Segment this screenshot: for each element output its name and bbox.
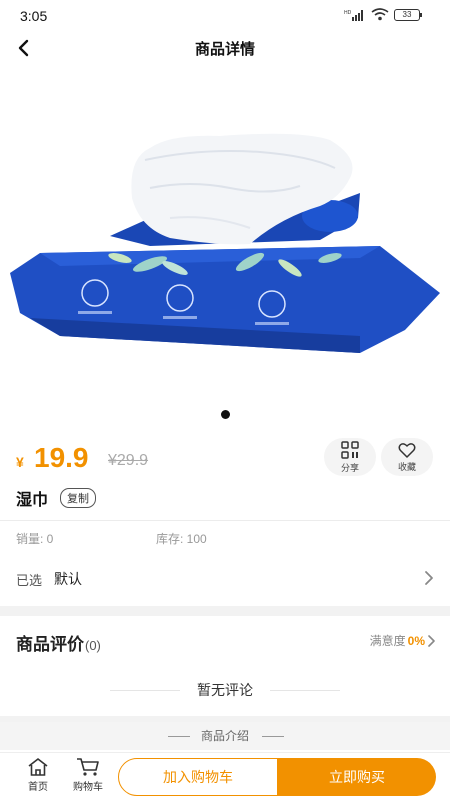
product-name: 湿巾 [16, 492, 49, 509]
heart-icon [398, 442, 416, 458]
tab-home-label: 首页 [28, 782, 48, 793]
review-header[interactable]: 商品评价(0) 满意度 0% [0, 618, 450, 662]
share-qrcode-icon [341, 440, 359, 459]
divider-line [110, 690, 180, 691]
home-icon [28, 758, 48, 776]
product-image[interactable] [0, 68, 450, 408]
sales-count: 销量: 0 [16, 532, 54, 546]
divider [0, 520, 450, 521]
satisfaction: 满意度 0% [370, 632, 436, 649]
network-badge: HD [344, 10, 352, 16]
page-title: 商品详情 [194, 41, 255, 58]
favorite-button[interactable]: 收藏 [381, 438, 433, 476]
empty-review: 暂无评论 [0, 678, 450, 702]
carousel-indicator [221, 410, 230, 419]
share-button[interactable]: 分享 [324, 438, 376, 476]
buy-now-button[interactable]: 立即购买 [278, 758, 436, 796]
stock-count: 库存: 100 [156, 532, 207, 546]
intro-label: 商品介绍 [200, 729, 249, 743]
section-separator [0, 606, 450, 616]
tab-cart[interactable]: 购物车 [66, 757, 110, 793]
copy-button[interactable]: 复制 [60, 488, 97, 508]
chevron-right-icon [425, 571, 433, 585]
review-count: (0) [85, 638, 101, 653]
favorite-label: 收藏 [397, 461, 416, 472]
share-label: 分享 [340, 462, 359, 473]
selected-value: 默认 [54, 571, 82, 587]
battery-icon: 33 [394, 8, 422, 21]
status-time: 3:05 [20, 8, 48, 24]
selected-label: 已选 [16, 573, 43, 588]
review-title: 商品评价(0) [16, 630, 101, 655]
status-icons: HD 33 [344, 8, 422, 21]
tab-cart-label: 购物车 [73, 782, 103, 793]
chevron-right-icon [428, 634, 435, 647]
nav-bar: 商品详情 [0, 30, 450, 66]
bottom-action-bar: 首页 购物车 加入购物车 立即购买 [0, 752, 450, 800]
empty-review-text: 暂无评论 [197, 682, 253, 698]
satisfaction-value: 0% [407, 633, 425, 648]
current-price: 19.9 [34, 442, 89, 473]
price-currency: ¥ [16, 454, 24, 470]
status-bar: 3:05 HD 33 [0, 0, 450, 30]
wet-wipes-package-image [10, 133, 440, 353]
divider-line [270, 690, 340, 691]
review-title-text: 商品评价 [16, 635, 84, 654]
spec-select-row[interactable]: 已选 默认 [0, 562, 450, 594]
price-row: ¥ 19.9 ¥29.9 分享 收藏 [0, 438, 450, 480]
cart-icon [77, 758, 99, 776]
tab-home[interactable]: 首页 [16, 757, 60, 793]
signal-icon: HD [344, 9, 363, 21]
add-to-cart-button[interactable]: 加入购物车 [118, 758, 278, 796]
original-price: ¥29.9 [108, 452, 149, 469]
divider-line [262, 736, 284, 737]
product-intro-header: 商品介绍 [0, 722, 450, 750]
product-title-row: 湿巾 复制 [16, 486, 97, 510]
satisfaction-label: 满意度 [369, 634, 406, 648]
divider-line [168, 736, 190, 737]
wifi-icon [371, 8, 389, 21]
